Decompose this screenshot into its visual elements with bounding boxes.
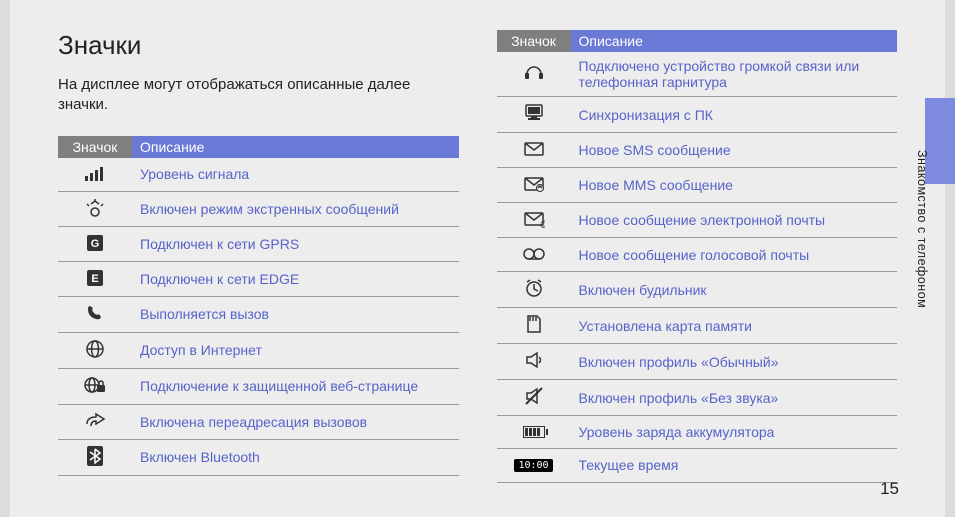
header-desc: Описание: [571, 30, 898, 52]
icon-description: Синхронизация с ПК: [571, 97, 898, 133]
icon-description: Новое SMS сообщение: [571, 133, 898, 168]
icon-description: Подключено устройство громкой связи или …: [571, 52, 898, 97]
icon-description: Выполняется вызов: [132, 296, 459, 332]
table-row: G Подключен к сети GPRS: [58, 226, 459, 261]
table-row: Включен будильник: [497, 272, 898, 308]
alarm-icon: [497, 272, 571, 308]
table-row: Выполняется вызов: [58, 296, 459, 332]
page-title: Значки: [58, 30, 459, 61]
voicemail-icon: [497, 238, 571, 272]
table-row: Доступ в Интернет: [58, 332, 459, 368]
table-row: Установлена карта памяти: [497, 308, 898, 344]
icon-description: Включен профиль «Обычный»: [571, 344, 898, 380]
icon-description: Подключение к защищенной веб-странице: [132, 368, 459, 404]
pc-sync-icon: [497, 97, 571, 133]
side-section-label: Знакомство с телефоном: [915, 150, 929, 308]
icons-table-2: Значок Описание Подключено устройство гр…: [497, 30, 898, 483]
icon-description: Уровень заряда аккумулятора: [571, 416, 898, 449]
svg-text:E: E: [91, 273, 98, 285]
signal-icon: [58, 158, 132, 192]
time-icon: 10:00: [497, 449, 571, 483]
table-row: Включен Bluetooth: [58, 439, 459, 475]
table-row: Подключено устройство громкой связи или …: [497, 52, 898, 97]
icon-description: Подключен к сети EDGE: [132, 261, 459, 296]
table-row: Синхронизация с ПК: [497, 97, 898, 133]
mms-icon: [497, 168, 571, 203]
icon-description: Новое сообщение голосовой почты: [571, 238, 898, 272]
table-row: 10:00Текущее время: [497, 449, 898, 483]
icon-description: Новое сообщение электронной почты: [571, 203, 898, 238]
table-row: Включен режим экстренных сообщений: [58, 191, 459, 226]
icon-description: Доступ в Интернет: [132, 332, 459, 368]
table-row: E Подключен к сети EDGE: [58, 261, 459, 296]
normal-icon: [497, 344, 571, 380]
table-row: Новое MMS сообщение: [497, 168, 898, 203]
forward-icon: [58, 404, 132, 439]
sdcard-icon: [497, 308, 571, 344]
icon-description: Уровень сигнала: [132, 158, 459, 192]
table-row: Уровень заряда аккумулятора: [497, 416, 898, 449]
edge-icon: E: [58, 261, 132, 296]
sos-icon: [58, 191, 132, 226]
table-row: Новое SMS сообщение: [497, 133, 898, 168]
icon-description: Включен режим экстренных сообщений: [132, 191, 459, 226]
icon-description: Установлена карта памяти: [571, 308, 898, 344]
icon-description: Включен профиль «Без звука»: [571, 380, 898, 416]
silent-icon: [497, 380, 571, 416]
icon-description: Текущее время: [571, 449, 898, 483]
table-row: @ Новое сообщение электронной почты: [497, 203, 898, 238]
globe-icon: [58, 332, 132, 368]
icon-description: Включен Bluetooth: [132, 439, 459, 475]
table-row: Новое сообщение голосовой почты: [497, 238, 898, 272]
secure-web-icon: [58, 368, 132, 404]
icon-description: Включен будильник: [571, 272, 898, 308]
table-row: Включена переадресация вызовов: [58, 404, 459, 439]
header-icon: Значок: [58, 136, 132, 158]
icon-description: Включена переадресация вызовов: [132, 404, 459, 439]
page-number: 15: [880, 479, 899, 499]
icon-description: Новое MMS сообщение: [571, 168, 898, 203]
side-tab: [925, 98, 955, 184]
table-row: Уровень сигнала: [58, 158, 459, 192]
battery-icon: [497, 416, 571, 449]
table-row: Подключение к защищенной веб-странице: [58, 368, 459, 404]
headset-icon: [497, 52, 571, 97]
call-icon: [58, 296, 132, 332]
gprs-icon: G: [58, 226, 132, 261]
header-desc: Описание: [132, 136, 459, 158]
icons-table-1: Значок Описание Уровень сигналаВключен р…: [58, 136, 459, 476]
sms-icon: [497, 133, 571, 168]
svg-text:@: @: [540, 219, 545, 228]
icon-description: Подключен к сети GPRS: [132, 226, 459, 261]
intro-text: На дисплее могут отображаться описанные …: [58, 75, 459, 116]
email-icon: @: [497, 203, 571, 238]
bluetooth-icon: [58, 439, 132, 475]
svg-text:G: G: [91, 238, 100, 250]
header-icon: Значок: [497, 30, 571, 52]
table-row: Включен профиль «Без звука»: [497, 380, 898, 416]
table-row: Включен профиль «Обычный»: [497, 344, 898, 380]
